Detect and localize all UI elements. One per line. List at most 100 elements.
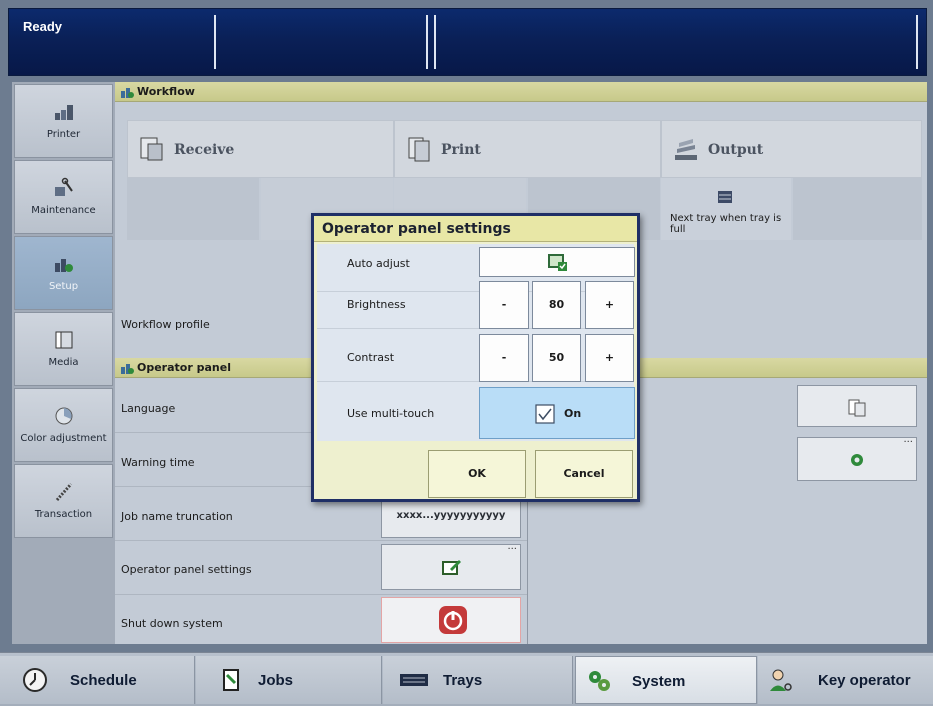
workflow-column-label: Output [708,142,764,158]
more-dots: ... [507,541,517,552]
workflow-column-label: Receive [174,142,235,158]
checkbox-checked-icon [535,404,555,424]
shut-down-system-label: Shut down system [121,617,223,630]
cancel-button[interactable]: Cancel [535,450,633,498]
warning-time-label: Warning time [121,456,195,469]
brightness-increase-button[interactable]: + [585,281,634,329]
right-option-button-2[interactable]: ... [797,434,917,481]
contrast-increase-button[interactable]: + [585,334,634,382]
section-title: Operator panel [137,361,231,374]
workflow-output-step[interactable]: Next tray when tray is full [661,178,791,240]
clock-icon [23,668,47,692]
media-icon [55,331,72,349]
nav-item-label: Media [48,357,79,368]
key-operator-icon [770,669,792,691]
workflow-output-column[interactable]: Output [661,120,922,178]
row-divider [115,540,527,541]
contrast-value-text: 50 [548,351,565,364]
tab-jobs[interactable]: Jobs [196,656,382,704]
tab-trays[interactable]: Trays [383,656,573,704]
cancel-label: Cancel [563,467,605,480]
nav-item-label: Transaction [34,509,93,520]
nav-item-label: Color adjustment [20,433,107,444]
gear-icon [851,454,863,466]
section-title: Workflow [137,85,195,98]
brightness-value: 80 [532,281,581,329]
plus-sign: + [604,351,615,364]
tab-label: Schedule [70,672,137,689]
more-dots: ... [903,434,913,445]
dialog-body: Auto adjust Brightness - 80 + Contrast -… [317,244,635,441]
tab-key-operator[interactable]: Key operator [758,656,933,704]
workflow-receive-column[interactable]: Receive [127,120,394,178]
nav-item-label: Printer [46,129,81,140]
ok-button[interactable]: OK [428,450,526,498]
multi-touch-state: On [564,407,582,420]
color-adjustment-icon [55,407,72,425]
plus-sign: + [604,298,615,311]
auto-adjust-label: Auto adjust [347,257,410,270]
workflow-print-column[interactable]: Print [394,120,661,178]
workflow-step [127,178,259,240]
dialog-title: Operator panel settings [314,216,637,242]
nav-item-color-adjustment[interactable]: Color adjustment [14,388,113,462]
document-icon [848,399,866,417]
ok-label: OK [468,467,486,480]
status-divider [916,15,918,69]
tab-system[interactable]: System [575,656,757,704]
multi-touch-row: Use multi-touch On [317,387,635,441]
brightness-row: Brightness - 80 + [317,281,634,329]
nav-item-transaction[interactable]: Transaction [14,464,113,538]
nav-item-setup[interactable]: Setup [14,236,113,310]
status-divider [426,15,428,69]
printer-icon [54,105,73,120]
nav-item-label: Setup [48,281,79,292]
multi-touch-label: Use multi-touch [347,407,435,420]
setup-icon [54,259,73,272]
edit-icon [442,560,461,575]
nav-item-maintenance[interactable]: Maintenance [14,160,113,234]
tab-label: Key operator [818,672,911,689]
shut-down-button[interactable] [381,597,521,643]
maintenance-icon [54,177,73,196]
nav-item-media[interactable]: Media [14,312,113,386]
contrast-row: Contrast - 50 + [317,334,634,382]
dialog-footer: OK Cancel [317,443,634,499]
print-icon [408,137,430,162]
operator-panel-settings-dialog: Operator panel settings Auto adjust Brig… [311,213,640,502]
contrast-value: 50 [532,334,581,382]
status-bar: Ready [8,8,927,76]
row-divider [115,594,527,595]
output-icon [675,139,697,160]
tab-label: Jobs [258,672,294,689]
operator-panel-settings-button[interactable]: ... [381,541,521,590]
contrast-decrease-button[interactable]: - [479,334,529,382]
auto-adjust-icon [548,254,567,271]
minus-sign: - [501,298,507,311]
language-label: Language [121,402,176,415]
workflow-section-header: Workflow [115,82,927,102]
output-note: Next tray when tray is full [670,213,782,235]
transaction-icon [55,483,72,501]
job-name-truncation-label: Job name truncation [121,510,233,523]
jobs-icon [223,669,239,691]
contrast-label: Contrast [347,351,395,364]
nav-item-label: Maintenance [31,205,96,216]
brightness-value-text: 80 [548,298,565,311]
power-icon [439,606,467,634]
nav-item-printer[interactable]: Printer [14,84,113,158]
brightness-decrease-button[interactable]: - [479,281,529,329]
auto-adjust-button[interactable] [479,247,635,277]
right-option-button-1[interactable] [797,385,917,427]
status-text: Ready [23,19,63,34]
workflow-step [793,178,922,240]
trays-icon [400,674,428,686]
status-divider [214,15,216,69]
system-gears-icon [589,671,610,691]
multi-touch-toggle[interactable]: On [479,387,635,439]
workflow-profile-label: Workflow profile [121,318,210,331]
operator-panel-icon [121,364,134,374]
brightness-label: Brightness [347,298,406,311]
tab-schedule[interactable]: Schedule [0,656,195,704]
tab-label: Trays [443,672,483,689]
